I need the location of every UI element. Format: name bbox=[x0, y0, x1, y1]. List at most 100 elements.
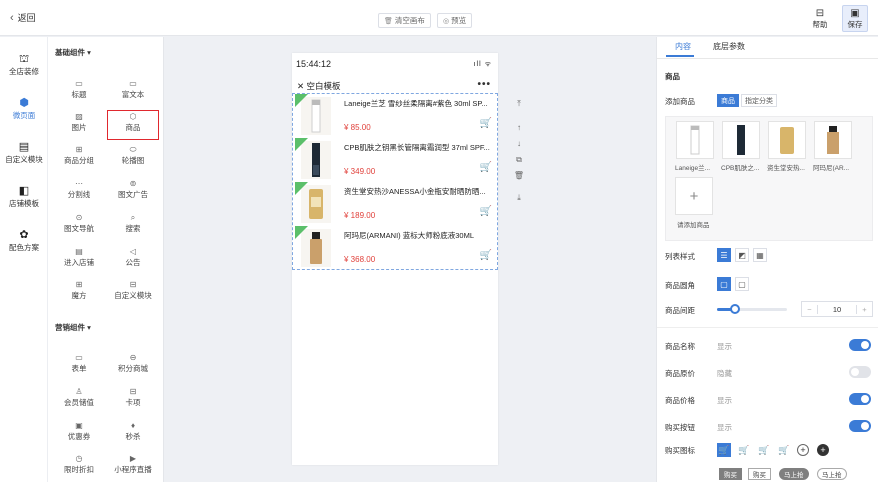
comp-goods-group[interactable]: ⊞ 商品分组 bbox=[54, 145, 104, 169]
status-time: 15:44:12 bbox=[296, 59, 332, 69]
comp-enter-store[interactable]: ▤ 进入店铺 bbox=[54, 247, 104, 271]
comp-form[interactable]: ▭ 表单 bbox=[54, 353, 104, 377]
goods-thumb[interactable] bbox=[814, 121, 852, 159]
chevron-left-icon: ‹ bbox=[10, 12, 14, 24]
save-icon: ▣ bbox=[850, 7, 860, 19]
buy-button-style-outline-round[interactable]: 马上抢 bbox=[817, 468, 847, 480]
move-down-icon[interactable]: ↓ bbox=[517, 139, 521, 155]
comp-image-ad[interactable]: ⊚ 图文广告 bbox=[108, 179, 158, 203]
plus-circle-outline-icon[interactable]: + bbox=[797, 444, 809, 456]
nav-item-store-decoration[interactable]: ⛫ 全店装修 bbox=[0, 53, 48, 77]
comp-member-recharge[interactable]: ♙ 会员储值 bbox=[54, 387, 104, 411]
list-style-list-icon[interactable]: ☰ bbox=[717, 248, 731, 262]
buy-button-style-filled[interactable]: 购买 bbox=[719, 468, 742, 480]
plus-icon[interactable]: + bbox=[856, 304, 872, 314]
comp-notice[interactable]: ◁ 公告 bbox=[108, 247, 158, 271]
toggle-label: 购买按钮 bbox=[665, 423, 695, 432]
comp-card[interactable]: ⊟ 卡项 bbox=[108, 387, 158, 411]
copy-icon[interactable]: ⧉ bbox=[516, 155, 522, 171]
goods-thumb[interactable] bbox=[722, 121, 760, 159]
goods-list-component[interactable]: Laneige兰芝 雪纱丝柔隔离#紫色 30ml SP... ¥ 85.00 🛒… bbox=[292, 93, 498, 270]
delete-icon[interactable]: 🗑 bbox=[514, 171, 524, 187]
product-price: ¥ 368.00 bbox=[344, 255, 376, 264]
corner-round-icon[interactable]: ▢ bbox=[735, 277, 749, 291]
list-style-grid-icon[interactable]: ▦ bbox=[753, 248, 767, 262]
cart-icon[interactable]: 🛒 bbox=[480, 162, 492, 173]
list-style-image-icon[interactable]: ◩ bbox=[735, 248, 749, 262]
tile-label: 卡项 bbox=[125, 398, 141, 407]
show-original-price-toggle[interactable] bbox=[849, 366, 871, 378]
goods-item[interactable]: CPB肌肤之钥黑长管隔离霜润型 37ml SPF... ¥ 349.00 🛒 bbox=[293, 138, 497, 182]
show-name-toggle[interactable] bbox=[849, 339, 871, 351]
comp-limited-discount[interactable]: ◷ 限时折扣 bbox=[54, 454, 104, 478]
tab-content[interactable]: 内容 bbox=[675, 41, 691, 52]
show-buy-button-toggle[interactable] bbox=[849, 420, 871, 432]
plus-circle-filled-icon[interactable]: + bbox=[817, 444, 829, 456]
comp-flash-sale[interactable]: ♦ 秒杀 bbox=[108, 421, 158, 445]
product-price: ¥ 349.00 bbox=[344, 167, 376, 176]
comp-rich-text[interactable]: ▭ 富文本 bbox=[108, 79, 158, 103]
basic-components-header[interactable]: 基础组件 ▾ bbox=[55, 47, 91, 58]
back-label: 返回 bbox=[17, 13, 36, 23]
add-by-goods-button[interactable]: 商品 bbox=[717, 94, 739, 107]
more-icon[interactable]: ••• bbox=[477, 79, 491, 90]
add-goods-button[interactable]: + bbox=[675, 177, 713, 215]
goods-thumb[interactable] bbox=[676, 121, 714, 159]
tile-label: 公告 bbox=[125, 258, 141, 267]
move-up-icon[interactable]: ↑ bbox=[517, 123, 521, 139]
eye-icon: ◎ bbox=[443, 17, 450, 25]
cart-icon[interactable]: 🛒 bbox=[717, 443, 731, 457]
show-price-toggle[interactable] bbox=[849, 393, 871, 405]
comp-image[interactable]: ▨ 图片 bbox=[54, 112, 104, 136]
back-button[interactable]: ‹ 返回 bbox=[10, 11, 36, 24]
help-button[interactable]: ⊟ 帮助 bbox=[807, 5, 833, 32]
clear-canvas-button[interactable]: 🗑 清空画布 bbox=[378, 13, 431, 28]
goods-item[interactable]: 阿玛尼(ARMANI) 蓝标大师粉底液30ML ¥ 368.00 🛒 bbox=[293, 226, 497, 270]
comp-search[interactable]: ⌕ 搜索 bbox=[108, 213, 158, 237]
comp-image-nav[interactable]: ⊙ 图文导航 bbox=[54, 213, 104, 237]
tile-label: 魔方 bbox=[71, 291, 87, 300]
slider-knob[interactable] bbox=[729, 304, 740, 314]
goods-thumb[interactable] bbox=[768, 121, 806, 159]
comp-carousel[interactable]: ⬭ 轮播图 bbox=[108, 145, 158, 169]
preview-button[interactable]: ◎ 预览 bbox=[437, 13, 473, 28]
save-button[interactable]: ▣ 保存 bbox=[842, 5, 868, 32]
comp-mini-live[interactable]: ▶ 小程序直播 bbox=[108, 454, 158, 478]
cart-icon[interactable]: 🛒 bbox=[737, 443, 751, 457]
nav-item-store-template[interactable]: ◧ 店铺模板 bbox=[0, 185, 48, 209]
buy-button-style-outline[interactable]: 购买 bbox=[748, 468, 771, 480]
active-tab-indicator bbox=[666, 55, 694, 57]
minus-icon[interactable]: − bbox=[802, 304, 818, 314]
tab-divider bbox=[657, 58, 878, 59]
move-bottom-icon[interactable]: ⤓ bbox=[517, 193, 521, 209]
goods-item[interactable]: Laneige兰芝 雪纱丝柔隔离#紫色 30ml SP... ¥ 85.00 🛒 bbox=[293, 94, 497, 138]
buy-button-style-filled-round[interactable]: 马上抢 bbox=[779, 468, 809, 480]
cart-icon[interactable]: 🛒 bbox=[480, 250, 492, 261]
spacing-value[interactable]: 10 bbox=[818, 305, 856, 314]
corner-square-icon[interactable]: ▢ bbox=[717, 277, 731, 291]
nav-item-color-scheme[interactable]: ✿ 配色方案 bbox=[0, 229, 48, 253]
add-goods-label: 请添加商品 bbox=[677, 222, 710, 229]
cart-icon[interactable]: 🛒 bbox=[480, 118, 492, 129]
member-icon: ♙ bbox=[75, 387, 83, 396]
goods-item[interactable]: 资生堂安热沙ANESSA小金瓶安耐晒防晒... ¥ 189.00 🛒 bbox=[293, 182, 497, 226]
nav-item-micro-page[interactable]: ⬢ 微页面 bbox=[0, 97, 48, 121]
close-icon[interactable]: ✕ bbox=[297, 81, 304, 91]
comp-title[interactable]: ▭ 标题 bbox=[54, 79, 104, 103]
spacing-stepper[interactable]: − 10 + bbox=[801, 301, 873, 317]
comp-divider[interactable]: ⋯ 分割线 bbox=[54, 179, 104, 203]
comp-goods[interactable]: ⬡ 商品 bbox=[107, 110, 159, 140]
add-by-category-button[interactable]: 指定分类 bbox=[741, 94, 777, 107]
comp-magic-cube[interactable]: ⊞ 魔方 bbox=[54, 280, 104, 304]
comp-coupon[interactable]: ▣ 优惠券 bbox=[54, 421, 104, 445]
marketing-components-header[interactable]: 营销组件 ▾ bbox=[55, 322, 91, 333]
nav-item-custom-module[interactable]: ▤ 自定义模块 bbox=[0, 141, 48, 165]
comp-points-mall[interactable]: ⊖ 积分商城 bbox=[108, 353, 158, 377]
tab-bottom-params[interactable]: 底层参数 bbox=[713, 41, 745, 52]
cart-icon[interactable]: 🛒 bbox=[480, 206, 492, 217]
comp-custom-module[interactable]: ⊟ 自定义模块 bbox=[108, 280, 158, 304]
cart-outline-icon[interactable]: 🛒 bbox=[757, 443, 771, 457]
spacing-slider[interactable] bbox=[717, 304, 787, 314]
cart-small-icon[interactable]: 🛒 bbox=[777, 443, 791, 457]
move-top-icon[interactable]: ⤒ bbox=[517, 99, 521, 115]
